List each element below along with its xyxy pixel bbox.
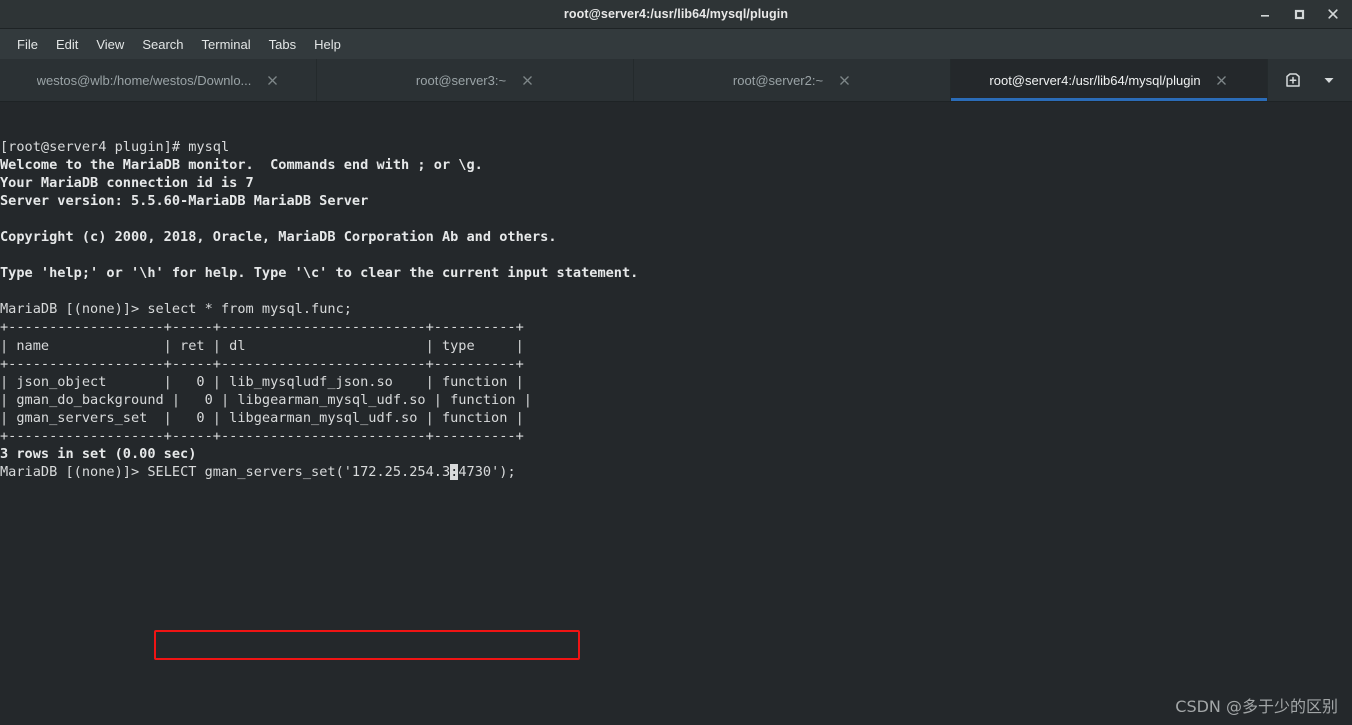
- banner-line-3: Server version: 5.5.60-MariaDB MariaDB S…: [0, 193, 369, 210]
- menu-item-help[interactable]: Help: [305, 34, 350, 55]
- tab-westos-downloads[interactable]: westos@wlb:/home/westos/Downlo...: [0, 59, 317, 101]
- new-tab-icon[interactable]: [1284, 71, 1302, 89]
- sql-prompt-line-1: MariaDB [(none)]> select * from mysql.fu…: [0, 301, 352, 317]
- tabbar-actions: [1268, 59, 1352, 101]
- table-row: | gman_do_background | 0 | libgearman_my…: [0, 391, 532, 408]
- tab-label: root@server3:~: [415, 72, 507, 88]
- terminal-output: [root@server4 plugin]# mysql Welcome to …: [0, 138, 638, 481]
- sql-prompt-line-2: MariaDB [(none)]> SELECT gman_servers_se…: [0, 463, 516, 480]
- tab-label: root@server4:/usr/lib64/mysql/plugin: [989, 72, 1201, 88]
- sql-query-2-after-cursor: 4730');: [458, 463, 516, 480]
- sql-query-2-before-cursor: SELECT gman_servers_set('172.25.254.3: [147, 463, 451, 480]
- chevron-down-icon[interactable]: [1322, 73, 1336, 87]
- maximize-icon[interactable]: [1288, 3, 1310, 25]
- tab-label: root@server2:~: [732, 72, 824, 88]
- menu-item-file[interactable]: File: [8, 34, 47, 55]
- table-rule-bottom: +-------------------+-----+-------------…: [0, 427, 524, 444]
- window-controls: [1254, 0, 1344, 28]
- terminal-screen[interactable]: [root@server4 plugin]# mysql Welcome to …: [0, 102, 1352, 725]
- tab-close-icon[interactable]: [1215, 73, 1229, 87]
- table-rule-top: +-------------------+-----+-------------…: [0, 319, 524, 336]
- menu-item-tabs[interactable]: Tabs: [260, 34, 305, 55]
- watermark-text: CSDN @多于少的区别: [1175, 697, 1338, 716]
- table-row: | json_object | 0 | lib_mysqludf_json.so…: [0, 373, 524, 390]
- tabbar: westos@wlb:/home/westos/Downlo... root@s…: [0, 59, 1352, 102]
- sql-prompt: MariaDB [(none)]>: [0, 301, 148, 318]
- close-icon[interactable]: [1322, 3, 1344, 25]
- banner-line-1: Welcome to the MariaDB monitor. Commands…: [0, 157, 483, 174]
- sql-query-1: select * from mysql.func;: [147, 301, 352, 318]
- menu-item-search[interactable]: Search: [133, 34, 192, 55]
- annotation-highlight-box: [154, 630, 580, 660]
- tab-server3[interactable]: root@server3:~: [317, 59, 634, 101]
- tab-close-icon[interactable]: [520, 73, 534, 87]
- banner-line-7: Type 'help;' or '\h' for help. Type '\c'…: [0, 265, 639, 282]
- table-header: | name | ret | dl | type |: [0, 337, 524, 354]
- sql-prompt: MariaDB [(none)]>: [0, 463, 148, 480]
- table-rule-mid: +-------------------+-----+-------------…: [0, 355, 524, 372]
- window-title: root@server4:/usr/lib64/mysql/plugin: [563, 7, 789, 21]
- terminal-window: root@server4:/usr/lib64/mysql/plugin Fil…: [0, 0, 1352, 725]
- banner-line-5: Copyright (c) 2000, 2018, Oracle, MariaD…: [0, 229, 557, 246]
- shell-prompt-line: [root@server4 plugin]# mysql: [0, 139, 229, 155]
- terminal-scrollbar[interactable]: [1348, 102, 1352, 725]
- shell-prompt: [root@server4 plugin]#: [0, 139, 189, 155]
- tab-label: westos@wlb:/home/westos/Downlo...: [36, 72, 252, 88]
- tab-close-icon[interactable]: [265, 73, 279, 87]
- menubar: File Edit View Search Terminal Tabs Help: [0, 29, 1352, 59]
- shell-command: mysql: [188, 139, 230, 155]
- tab-close-icon[interactable]: [837, 73, 851, 87]
- table-row: | gman_servers_set | 0 | libgearman_mysq…: [0, 409, 524, 426]
- menu-item-edit[interactable]: Edit: [47, 34, 87, 55]
- minimize-icon[interactable]: [1254, 3, 1276, 25]
- tab-server4-plugin[interactable]: root@server4:/usr/lib64/mysql/plugin: [951, 59, 1268, 101]
- menu-item-view[interactable]: View: [87, 34, 133, 55]
- menu-item-terminal[interactable]: Terminal: [193, 34, 260, 55]
- titlebar: root@server4:/usr/lib64/mysql/plugin: [0, 0, 1352, 29]
- table-footer: 3 rows in set (0.00 sec): [0, 445, 197, 462]
- banner-line-2: Your MariaDB connection id is 7: [0, 175, 254, 192]
- tab-server2[interactable]: root@server2:~: [634, 59, 951, 101]
